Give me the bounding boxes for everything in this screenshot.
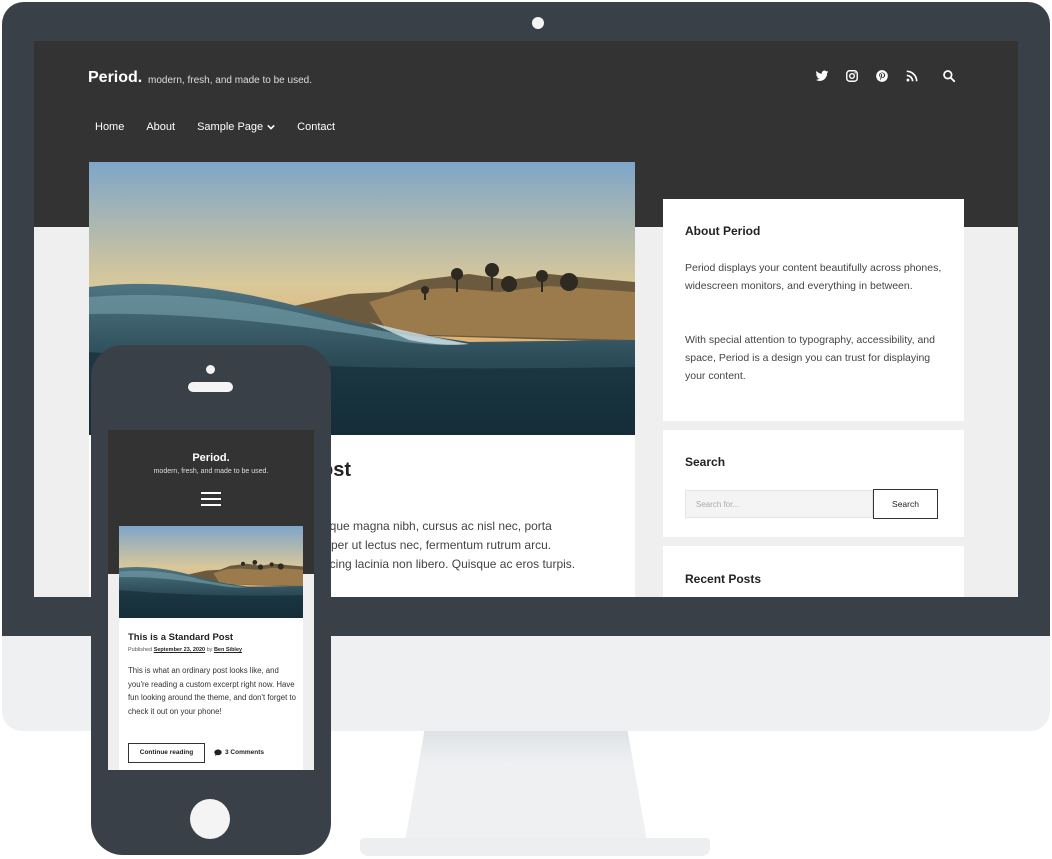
continue-reading-button[interactable]: Continue reading [128,743,205,763]
nav-item-label: Contact [297,121,336,133]
monitor-stand-base [360,838,710,856]
excerpt-line: mper ut lectus nec, fermentum rutrum arc… [321,538,552,552]
site-title[interactable]: Period. [88,69,142,87]
widget-text: Period displays your content beautifully… [685,262,942,292]
nav-item-about[interactable]: About [146,121,175,133]
comment-icon [214,749,222,756]
monitor-camera [532,17,544,29]
widget-title: Recent Posts [685,572,762,586]
mobile-post-excerpt: This is what an ordinary post looks like… [128,666,296,716]
mobile-screen: Period. modern, fresh, and made to be us… [108,430,314,770]
monitor-stand [405,731,647,841]
widget-search: Search Search for... Search [663,430,964,537]
mobile-post-title[interactable]: This is a Standard Post [128,632,233,643]
twitter-icon[interactable] [815,69,829,83]
mobile-post-meta: Published September 23, 2020 by Ben Sibl… [128,647,242,653]
phone-device: Period. modern, fresh, and made to be us… [91,345,331,855]
excerpt-line: isque magna nibh, cursus ac nisl nec, po… [321,519,552,533]
widget-text: With special attention to typography, ac… [685,334,935,382]
search-input[interactable]: Search for... [685,490,873,518]
widget-title: About Period [685,224,761,238]
mobile-post-card: This is a Standard Post Published Septem… [119,618,303,770]
nav-item-home[interactable]: Home [95,121,124,133]
search-icon[interactable] [942,69,956,83]
search-button[interactable]: Search [873,489,938,519]
phone-camera [206,365,215,374]
nav-item-sample-page[interactable]: Sample Page [197,121,275,133]
mobile-site-title[interactable]: Period. [108,452,314,464]
widget-title: Search [685,455,726,469]
meta-by: by [206,647,213,653]
phone-home-button [190,799,230,839]
nav-item-label: Home [95,121,125,133]
widget-recent-posts: Recent Posts [663,546,964,597]
mobile-featured-image[interactable] [119,526,303,618]
pinterest-icon[interactable] [875,69,889,83]
chevron-down-icon [267,124,275,130]
nav-item-label: Sample Page [197,121,264,133]
meta-prefix: Published [128,647,153,653]
post-excerpt: isque magna nibh, cursus ac nisl nec, po… [321,517,621,574]
excerpt-line: iscing lacinia non libero. Quisque ac er… [321,557,576,571]
comments-link[interactable]: 3 Comments [214,749,264,756]
rss-icon[interactable] [905,69,919,83]
primary-nav: Home About Sample Page Contact [95,121,335,133]
nav-item-label: About [146,121,176,133]
hamburger-menu-icon[interactable] [201,492,221,506]
widget-about: About Period Period displays your conten… [663,199,964,421]
phone-speaker [188,382,233,392]
post-author-link[interactable]: Ben Sibley [214,647,242,653]
site-tagline: modern, fresh, and made to be used. [148,75,312,86]
nav-item-contact[interactable]: Contact [297,121,335,133]
post-date-link[interactable]: September 23, 2020 [154,647,205,653]
instagram-icon[interactable] [845,69,859,83]
mobile-site-tagline: modern, fresh, and made to be used. [153,468,269,475]
comments-label: 3 Comments [225,749,265,756]
